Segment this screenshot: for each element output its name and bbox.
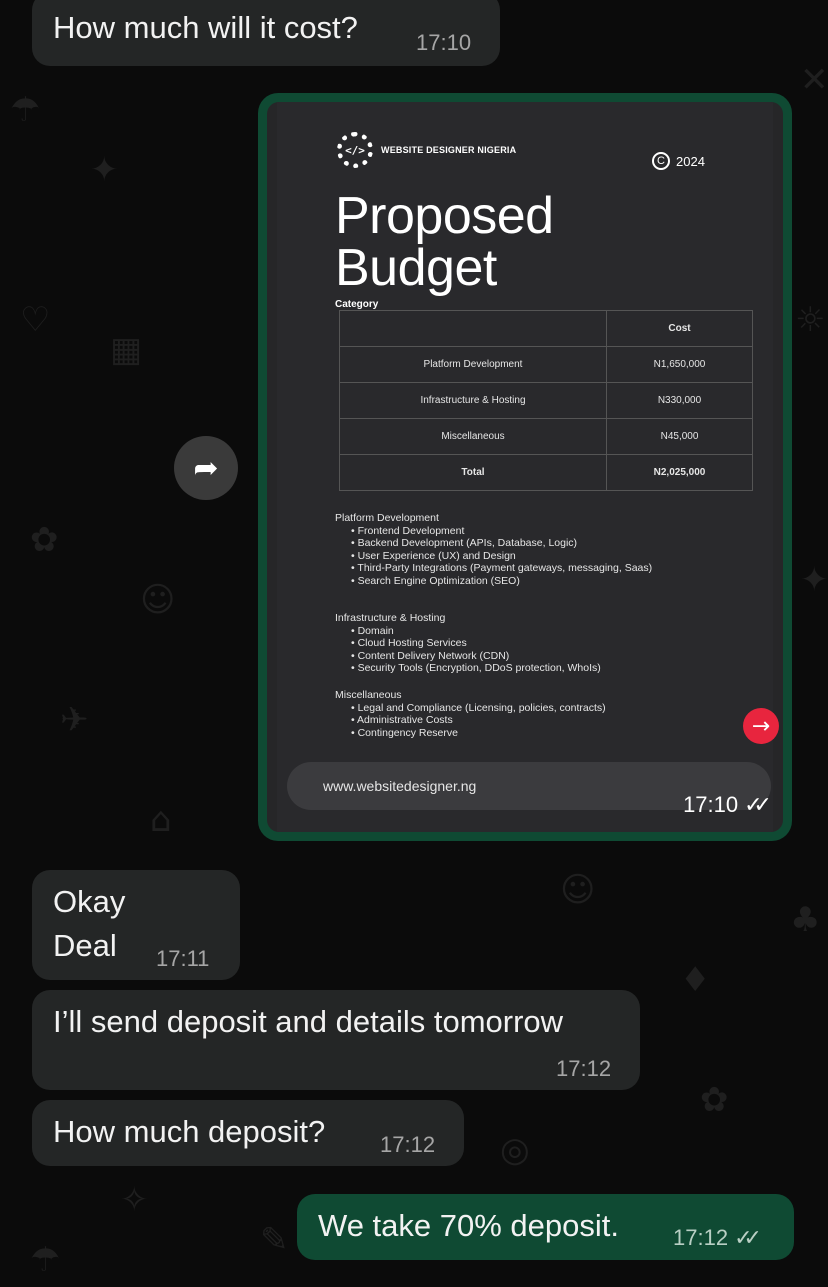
title-line-1: Proposed (335, 187, 554, 245)
message-text: How much deposit? (53, 1114, 326, 1149)
message-bubble[interactable]: How much will it cost? 17:10 (32, 0, 500, 66)
list-item: Administrative Costs (351, 714, 606, 727)
list-item: Domain (351, 625, 601, 638)
section-title: Miscellaneous (335, 689, 402, 701)
image-message-bubble[interactable]: </> WEBSITE DESIGNER NIGERIA C 2024 Prop… (258, 93, 792, 841)
section-title: Platform Development (335, 512, 439, 524)
budget-table: Cost Platform Development N1,650,000 Infr… (339, 310, 753, 491)
total-value: N2,025,000 (606, 454, 753, 491)
message-text: I’ll send deposit and details tomorrow (53, 1004, 564, 1039)
section-platform: Platform Development Frontend Developmen… (335, 512, 652, 587)
budget-document-image[interactable]: </> WEBSITE DESIGNER NIGERIA C 2024 Prop… (267, 102, 783, 832)
table-row: Total N2,025,000 (339, 454, 753, 491)
row-cost: N45,000 (606, 418, 753, 455)
list-item: Frontend Development (351, 525, 652, 538)
row-cost: N1,650,000 (606, 346, 753, 383)
title-line-2: Budget (335, 239, 497, 297)
image-message-time: 17:10 ✓✓ (683, 792, 772, 818)
table-row: Infrastructure & Hosting N330,000 (339, 382, 753, 419)
list-item: Security Tools (Encryption, DDoS protect… (351, 662, 601, 675)
message-time: 17:12 (380, 1132, 436, 1157)
message-time: 17:11 (156, 946, 210, 971)
message-time: 17:12 ✓✓ (673, 1225, 762, 1251)
forward-button[interactable]: ➦ (174, 436, 238, 500)
row-name: Platform Development (339, 346, 607, 383)
brand-name: WEBSITE DESIGNER NIGERIA (381, 145, 517, 155)
double-check-icon: ✓✓ (734, 1226, 762, 1251)
message-bubble[interactable]: I’ll send deposit and details tomorrow 1… (32, 990, 640, 1090)
document-title: Proposed Budget (335, 190, 554, 294)
message-text: We take 70% deposit. (318, 1208, 619, 1243)
message-time: 17:10 (683, 792, 739, 817)
document-page: </> WEBSITE DESIGNER NIGERIA C 2024 Prop… (277, 102, 779, 832)
message-text: Okay Deal (53, 880, 125, 968)
gear-logo-icon: </> (337, 132, 373, 168)
website-url: www.websitedesigner.ng (323, 778, 477, 794)
copyright-icon: C (652, 152, 670, 170)
list-item: Legal and Compliance (Licensing, policie… (351, 702, 606, 715)
row-name: Miscellaneous (339, 418, 607, 455)
section-infrastructure: Infrastructure & Hosting Domain Cloud Ho… (335, 612, 601, 675)
message-line: Deal (53, 928, 117, 963)
section-title: Infrastructure & Hosting (335, 612, 446, 624)
list-item: Content Delivery Network (CDN) (351, 650, 601, 663)
message-text: How much will it cost? (53, 10, 358, 45)
list-item: Contingency Reserve (351, 727, 606, 740)
total-label: Total (339, 454, 607, 491)
message-time: 17:12 (556, 1056, 612, 1081)
table-row: Cost (339, 310, 753, 347)
table-row: Platform Development N1,650,000 (339, 346, 753, 383)
forward-arrow-icon: ➦ (193, 450, 219, 486)
cost-header: Cost (606, 310, 753, 347)
list-item: Third-Party Integrations (Payment gatewa… (351, 562, 652, 575)
copyright-year: 2024 (676, 153, 705, 169)
message-bubble[interactable]: How much deposit? 17:12 (32, 1100, 464, 1166)
list-item: Cloud Hosting Services (351, 637, 601, 650)
section-misc: Miscellaneous Legal and Compliance (Lice… (335, 689, 606, 739)
list-item: User Experience (UX) and Design (351, 550, 652, 563)
row-name: Infrastructure & Hosting (339, 382, 607, 419)
list-item: Search Engine Optimization (SEO) (351, 575, 652, 588)
arrow-right-icon: → (743, 708, 779, 744)
category-label: Category (335, 299, 379, 310)
table-row: Miscellaneous N45,000 (339, 418, 753, 455)
time-text: 17:12 (673, 1225, 729, 1250)
message-bubble[interactable]: Okay Deal 17:11 (32, 870, 240, 980)
message-line: Okay (53, 884, 126, 919)
copyright-notice: C 2024 (652, 152, 705, 170)
message-time: 17:10 (416, 30, 472, 55)
row-cost: N330,000 (606, 382, 753, 419)
message-bubble-outgoing[interactable]: We take 70% deposit. 17:12 ✓✓ (297, 1194, 794, 1260)
list-item: Backend Development (APIs, Database, Log… (351, 537, 652, 550)
double-check-icon: ✓✓ (744, 793, 772, 818)
brand-logo: </> WEBSITE DESIGNER NIGERIA (337, 132, 516, 168)
